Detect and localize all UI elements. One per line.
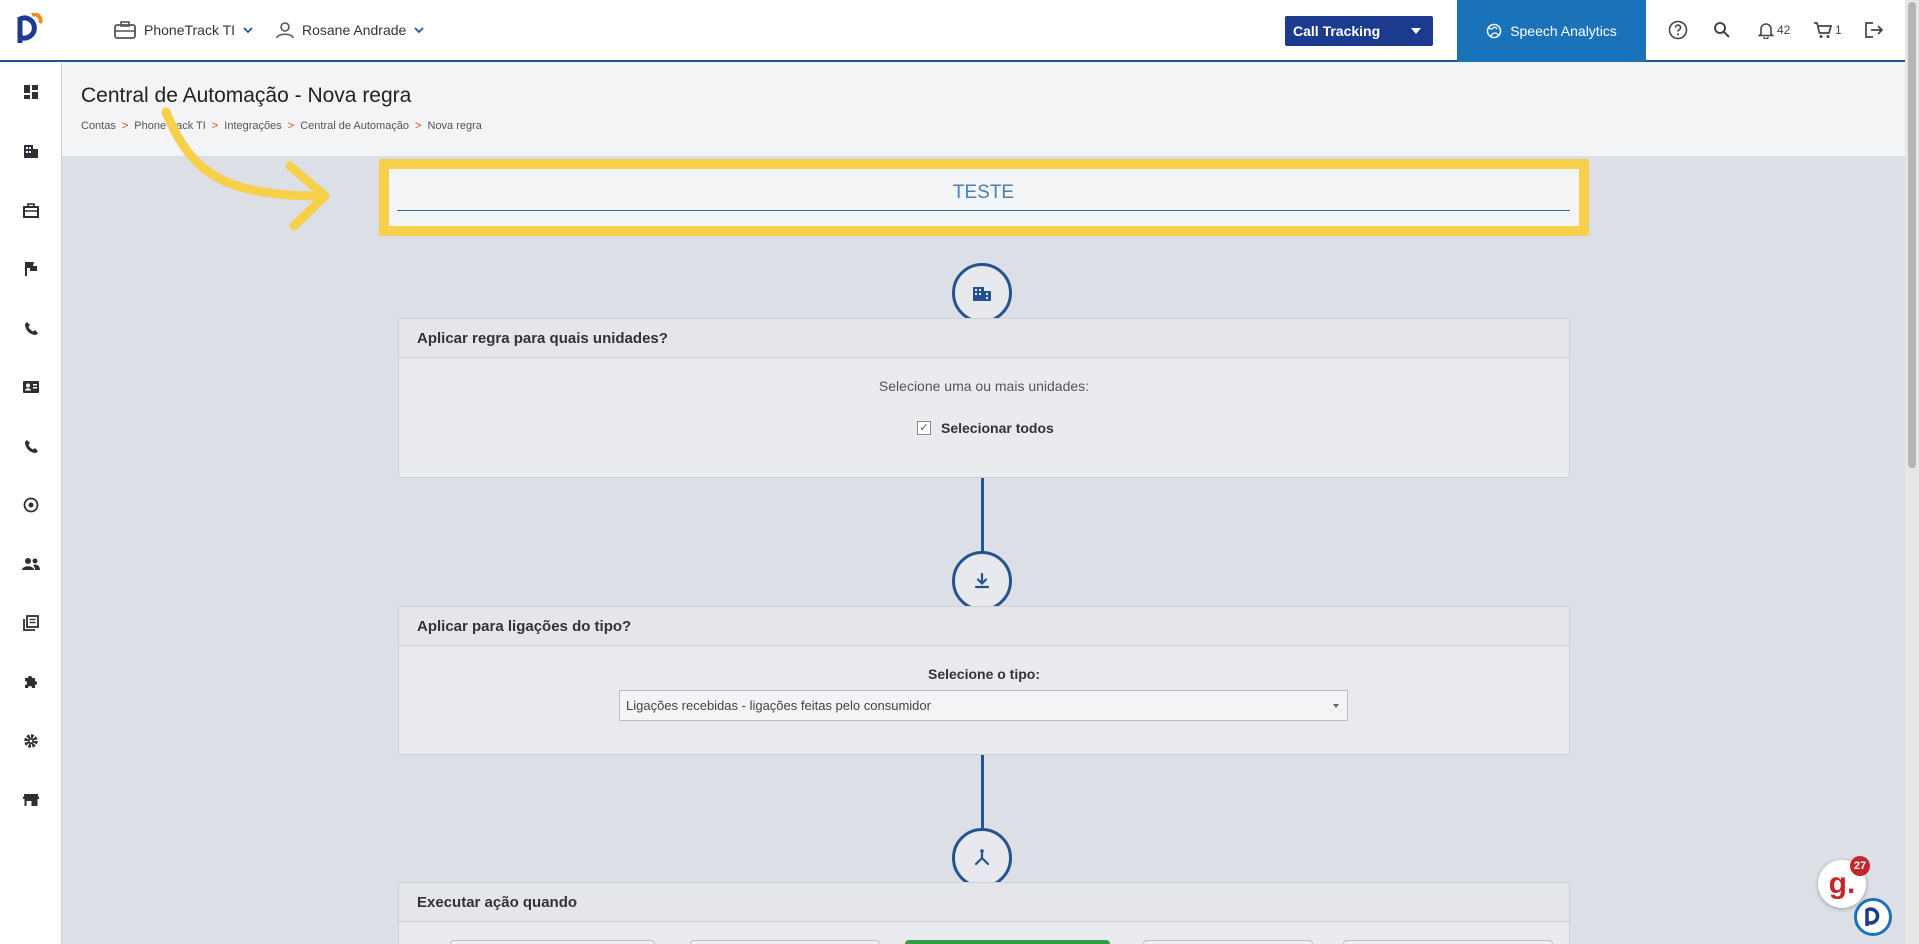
call-type-helper-text: Selecione o tipo:: [927, 666, 1040, 682]
briefcase-icon: [23, 202, 39, 218]
store-icon: [23, 794, 39, 806]
sidebar-item-store[interactable]: [0, 780, 62, 820]
action-card: Executar ação quando: [398, 882, 1570, 944]
cart-button[interactable]: 1: [1813, 16, 1842, 44]
select-all-checkbox-row[interactable]: ✓ Selecionar todos: [917, 420, 1054, 436]
sidebar-item-phone-numbers[interactable]: [0, 426, 62, 466]
puzzle-icon: [25, 676, 37, 688]
call-type-card-title: Aplicar para ligações do tipo?: [399, 607, 1569, 646]
phone-icon: [24, 439, 38, 453]
chat-widget-badge: 27: [1850, 856, 1870, 876]
units-helper-text: Selecione uma ou mais unidades:: [878, 378, 1090, 394]
search-button[interactable]: [1713, 16, 1731, 44]
step-connector: [981, 478, 984, 553]
library-icon: [23, 615, 39, 631]
breadcrumb-item-current: Nova regra: [427, 120, 482, 132]
units-card-title: Aplicar regra para quais unidades?: [399, 319, 1569, 358]
chevron-down-icon: [414, 26, 424, 33]
units-card: Aplicar regra para quais unidades? Selec…: [398, 318, 1570, 478]
sidebar-item-campaigns[interactable]: [0, 249, 62, 289]
users-icon: [22, 558, 40, 570]
action-option-selected[interactable]: [905, 940, 1110, 944]
dashboard-icon: [24, 85, 38, 99]
user-icon: [276, 22, 294, 39]
chevron-down-icon: [243, 26, 253, 33]
logout-button[interactable]: [1864, 16, 1884, 44]
action-option[interactable]: [690, 940, 880, 944]
sidebar-item-contacts[interactable]: [0, 367, 62, 407]
action-option[interactable]: [450, 940, 655, 944]
gear-icon: [24, 734, 38, 748]
phone-icon: [24, 321, 38, 335]
page-scrollbar[interactable]: [1905, 0, 1919, 944]
notifications-button[interactable]: 42: [1757, 16, 1790, 44]
cart-count: 1: [1835, 23, 1842, 37]
chat-widget-button[interactable]: g. 27: [1818, 856, 1870, 908]
sidebar-item-users[interactable]: [0, 544, 62, 584]
rule-name-input[interactable]: [397, 175, 1570, 211]
action-option[interactable]: [1143, 940, 1313, 944]
sidebar-item-calls[interactable]: [0, 308, 62, 348]
sidebar-item-reports[interactable]: [0, 603, 62, 643]
account-label: PhoneTrack TI: [144, 22, 236, 38]
select-all-label: Selecionar todos: [941, 420, 1054, 436]
user-label: Rosane Andrade: [302, 22, 407, 38]
globe-icon: [1486, 23, 1502, 39]
search-icon: [1714, 22, 1730, 38]
caret-down-icon: [1411, 28, 1421, 34]
phonetrack-logo[interactable]: [0, 0, 62, 60]
top-bar: PhoneTrack TI Rosane Andrade Call Tracki…: [0, 0, 1919, 62]
cart-icon: [1814, 22, 1833, 38]
speech-analytics-label: Speech Analytics: [1510, 23, 1617, 39]
fork-icon: [974, 849, 990, 866]
help-icon: [1668, 20, 1688, 40]
select-all-checkbox[interactable]: ✓: [917, 421, 931, 435]
product-select[interactable]: Call Tracking: [1285, 16, 1433, 46]
sidebar-item-tracking[interactable]: [0, 485, 62, 525]
speech-analytics-button[interactable]: Speech Analytics: [1457, 0, 1646, 62]
call-type-select-value: Ligações recebidas - ligações feitas pel…: [626, 698, 931, 713]
step-connector: [981, 755, 984, 831]
target-icon: [23, 497, 39, 513]
bell-icon: [1757, 23, 1775, 39]
sidebar: [0, 62, 62, 944]
building-icon: [973, 287, 991, 301]
rule-name-container: [389, 169, 1579, 226]
step-action-circle: [952, 828, 1012, 888]
action-option[interactable]: [1343, 940, 1553, 944]
sidebar-item-integrations[interactable]: [0, 662, 62, 702]
briefcase-icon: [114, 21, 136, 39]
sidebar-item-companies[interactable]: [0, 131, 62, 171]
account-dropdown[interactable]: PhoneTrack TI: [114, 0, 253, 60]
call-type-select[interactable]: Ligações recebidas - ligações feitas pel…: [619, 690, 1348, 721]
scrollbar-thumb[interactable]: [1908, 2, 1916, 468]
download-icon: [974, 572, 990, 589]
building-icon: [24, 145, 38, 158]
flag-icon: [25, 262, 37, 276]
step-call-type-circle: [952, 551, 1012, 611]
caret-down-icon: [1333, 704, 1339, 708]
notifications-count: 42: [1777, 23, 1791, 37]
sidebar-item-business[interactable]: [0, 190, 62, 230]
breadcrumb-item-contas[interactable]: Contas: [81, 120, 116, 132]
product-select-value: Call Tracking: [1293, 23, 1381, 39]
user-dropdown[interactable]: Rosane Andrade: [276, 0, 424, 60]
support-bubble[interactable]: [1854, 898, 1892, 936]
contact-card-icon: [23, 381, 39, 393]
phonetrack-logo-icon: [1865, 907, 1880, 926]
callout-arrow-icon: [161, 107, 330, 231]
sidebar-item-settings[interactable]: [0, 721, 62, 761]
help-button[interactable]: [1668, 16, 1688, 44]
logout-icon: [1865, 22, 1884, 38]
step-units-circle: [952, 263, 1012, 323]
breadcrumb-separator: >: [415, 120, 422, 132]
sidebar-item-dashboard[interactable]: [0, 72, 62, 112]
action-card-title: Executar ação quando: [399, 883, 1569, 922]
breadcrumb-separator: >: [121, 120, 129, 132]
call-type-card: Aplicar para ligações do tipo? Selecione…: [398, 606, 1570, 755]
rule-name-highlight: [379, 159, 1589, 236]
